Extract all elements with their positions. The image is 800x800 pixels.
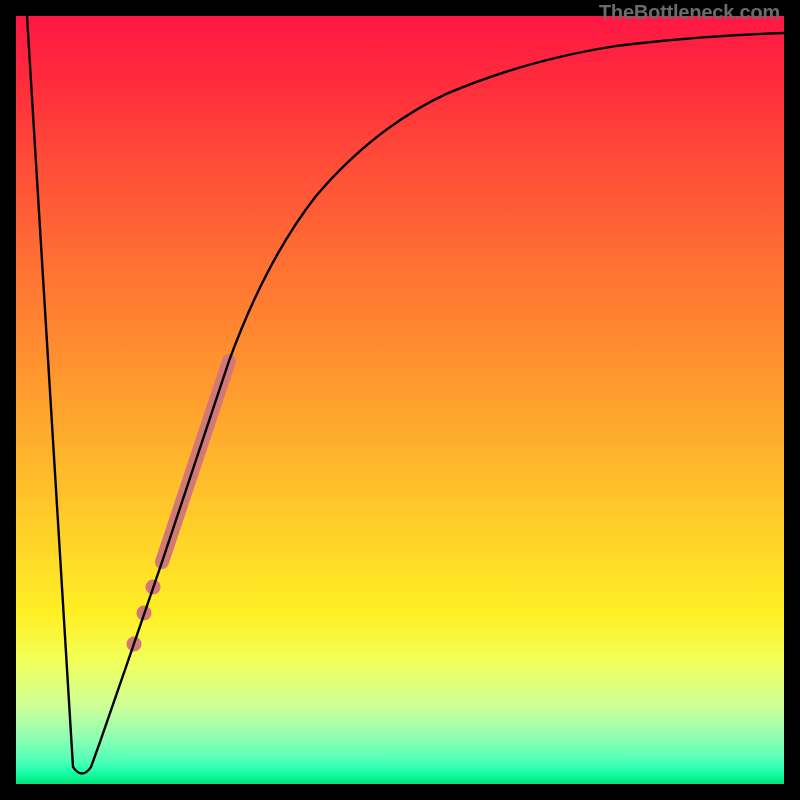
plot-area <box>16 16 784 784</box>
bottleneck-curve <box>27 16 784 774</box>
chart-frame: TheBottleneck.com <box>0 0 800 800</box>
curve-layer <box>16 16 784 784</box>
watermark-text: TheBottleneck.com <box>599 2 780 25</box>
